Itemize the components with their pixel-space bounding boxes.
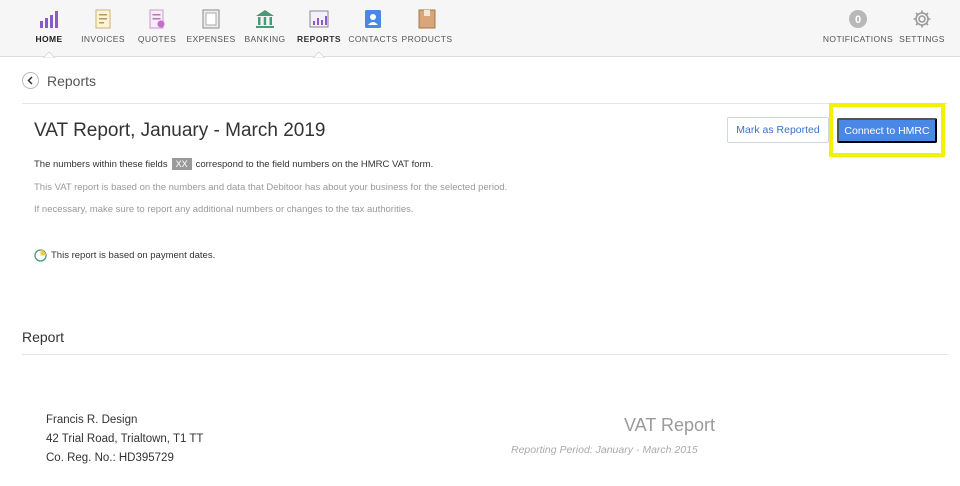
reporting-period: Reporting Period: January - March 2015 xyxy=(511,444,698,456)
nav-banking-label: BANKING xyxy=(244,34,286,44)
divider xyxy=(22,103,948,104)
contacts-icon xyxy=(363,9,383,29)
info-line-data: This VAT report is based on the numbers … xyxy=(34,182,508,193)
top-navigation: HOME INVOICES QUOTES EXPENSES BANKING RE… xyxy=(0,0,960,58)
field-number-tag: XX xyxy=(171,158,192,170)
info-line-fields-pre: The numbers within these fields xyxy=(34,158,168,170)
chevron-left-icon xyxy=(27,76,33,85)
connect-to-hmrc-button[interactable]: Connect to HMRC xyxy=(837,118,937,143)
gear-icon xyxy=(912,9,932,29)
breadcrumb-title: Reports xyxy=(47,72,97,89)
report-section-title: Report xyxy=(22,329,65,345)
nav-notifications[interactable]: 0 NOTIFICATIONS xyxy=(823,0,893,57)
current-section-indicator xyxy=(313,51,325,58)
company-name: Francis R. Design xyxy=(46,414,138,426)
nav-products[interactable]: PRODUCTS xyxy=(402,0,452,57)
nav-settings-label: SETTINGS xyxy=(899,34,945,44)
breadcrumb: Reports xyxy=(22,72,96,89)
notifications-count: 0 xyxy=(855,14,861,26)
nav-invoices[interactable]: INVOICES xyxy=(78,0,128,57)
nav-invoices-label: INVOICES xyxy=(81,34,125,44)
notifications-badge: 0 xyxy=(848,9,868,29)
info-line-report: If necessary, make sure to report any ad… xyxy=(34,204,414,215)
active-indicator xyxy=(43,51,55,58)
reports-icon xyxy=(309,9,329,29)
nav-reports-label: REPORTS xyxy=(297,34,341,44)
nav-quotes-label: QUOTES xyxy=(137,34,177,44)
nav-settings[interactable]: SETTINGS xyxy=(898,0,946,57)
quote-icon xyxy=(147,9,167,29)
company-reg-number: Co. Reg. No.: HD395729 xyxy=(46,452,174,464)
expenses-icon xyxy=(201,9,221,29)
nav-expenses[interactable]: EXPENSES xyxy=(186,0,236,57)
bar-chart-icon xyxy=(39,9,59,29)
company-address: 42 Trial Road, Trialtown, T1 TT xyxy=(46,433,204,445)
products-icon xyxy=(417,9,437,29)
mark-as-reported-button[interactable]: Mark as Reported xyxy=(727,117,829,143)
payment-dates-note: This report is based on payment dates. xyxy=(34,249,215,262)
divider xyxy=(22,354,948,355)
pie-chart-icon xyxy=(34,249,47,262)
nav-banking[interactable]: BANKING xyxy=(240,0,290,57)
nav-notifications-label: NOTIFICATIONS xyxy=(822,34,894,44)
nav-home[interactable]: HOME xyxy=(24,0,74,58)
nav-quotes[interactable]: QUOTES xyxy=(132,0,182,57)
info-line-fields-post: correspond to the field numbers on the H… xyxy=(195,158,434,170)
vat-report-title: VAT Report xyxy=(624,415,716,435)
nav-contacts-label: CONTACTS xyxy=(348,34,398,44)
info-line-fields: The numbers within these fields XX corre… xyxy=(34,158,433,170)
payment-dates-text: This report is based on payment dates. xyxy=(51,250,216,261)
back-button[interactable] xyxy=(22,72,39,89)
bank-icon xyxy=(255,9,275,29)
page-title: VAT Report, January - March 2019 xyxy=(34,120,326,141)
nav-home-label: HOME xyxy=(35,34,63,44)
nav-contacts[interactable]: CONTACTS xyxy=(348,0,398,57)
nav-reports[interactable]: REPORTS xyxy=(294,0,344,58)
nav-products-label: PRODUCTS xyxy=(401,34,453,44)
nav-expenses-label: EXPENSES xyxy=(186,34,236,44)
invoice-icon xyxy=(93,9,113,29)
